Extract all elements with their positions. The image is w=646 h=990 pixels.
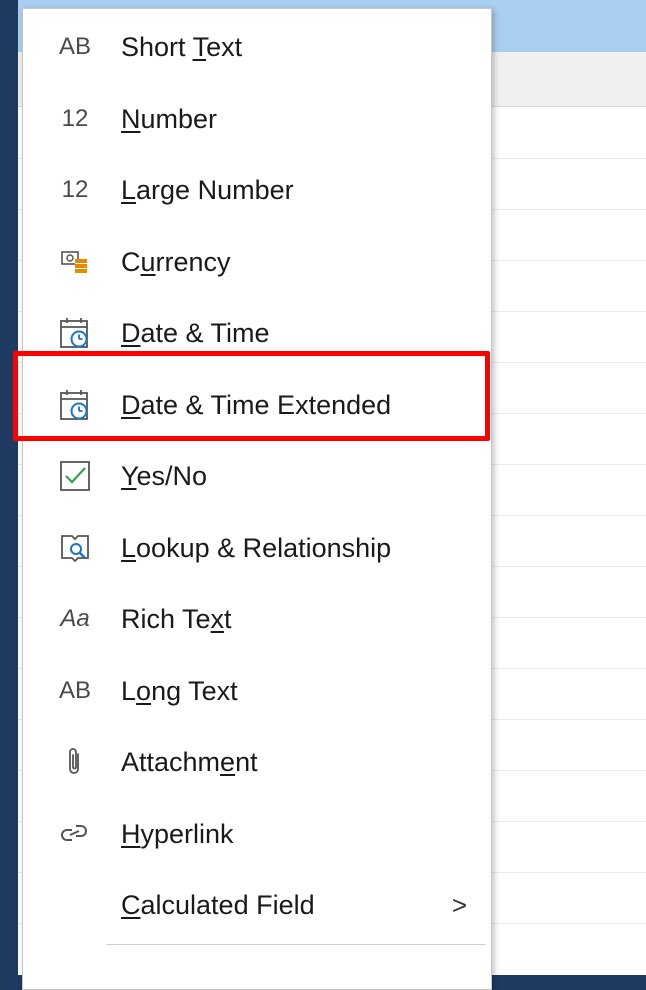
menu-item-currency[interactable]: Currency bbox=[23, 230, 491, 294]
menu-item-hyperlink[interactable]: Hyperlink bbox=[23, 802, 491, 866]
menu-item-label: Currency bbox=[121, 247, 231, 277]
highlight-annotation-box bbox=[13, 351, 490, 441]
ab-text-icon: AB bbox=[58, 33, 91, 60]
menu-item-long-text[interactable]: AB Long Text bbox=[23, 659, 491, 723]
menu-item-lookup-relationship[interactable]: Lookup & Relationship bbox=[23, 516, 491, 580]
menu-item-large-number[interactable]: 12 Large Number bbox=[23, 158, 491, 222]
menu-item-yes-no[interactable]: Yes/No bbox=[23, 444, 491, 508]
menu-item-label: Number bbox=[121, 104, 218, 134]
menu-item-label: Large Number bbox=[121, 175, 294, 205]
checkbox-icon bbox=[51, 444, 99, 508]
menu-item-label: Hyperlink bbox=[121, 819, 234, 849]
menu-item-number[interactable]: 12 Number bbox=[23, 87, 491, 151]
menu-item-short-text[interactable]: AB Short Text bbox=[23, 15, 491, 79]
number-icon: 12 bbox=[61, 176, 89, 203]
currency-icon bbox=[51, 230, 99, 294]
menu-item-label: Lookup & Relationship bbox=[121, 533, 392, 563]
menu-item-rich-text[interactable]: Aa Rich Text bbox=[23, 587, 491, 651]
number-icon: 12 bbox=[61, 105, 89, 132]
field-type-menu: AB Short Text 12 Number 12 Large Number bbox=[22, 8, 492, 990]
menu-item-attachment[interactable]: Attachment bbox=[23, 730, 491, 794]
rich-text-icon: Aa bbox=[60, 605, 90, 632]
menu-item-label: Yes/No bbox=[121, 461, 208, 491]
chevron-right-icon: > bbox=[451, 890, 467, 920]
menu-item-label: Attachment bbox=[121, 747, 258, 777]
menu-item-calculated-field[interactable]: Calculated Field > bbox=[23, 873, 491, 937]
lookup-icon bbox=[51, 516, 99, 580]
menu-separator bbox=[107, 944, 485, 945]
paperclip-icon bbox=[51, 730, 99, 794]
menu-item-label: Short Text bbox=[121, 32, 243, 62]
menu-item-label: Long Text bbox=[121, 676, 238, 706]
ab-text-icon: AB bbox=[58, 677, 91, 704]
menu-item-label: Rich Text bbox=[121, 604, 232, 634]
menu-item-label: Calculated Field bbox=[121, 890, 315, 920]
link-icon bbox=[51, 802, 99, 866]
